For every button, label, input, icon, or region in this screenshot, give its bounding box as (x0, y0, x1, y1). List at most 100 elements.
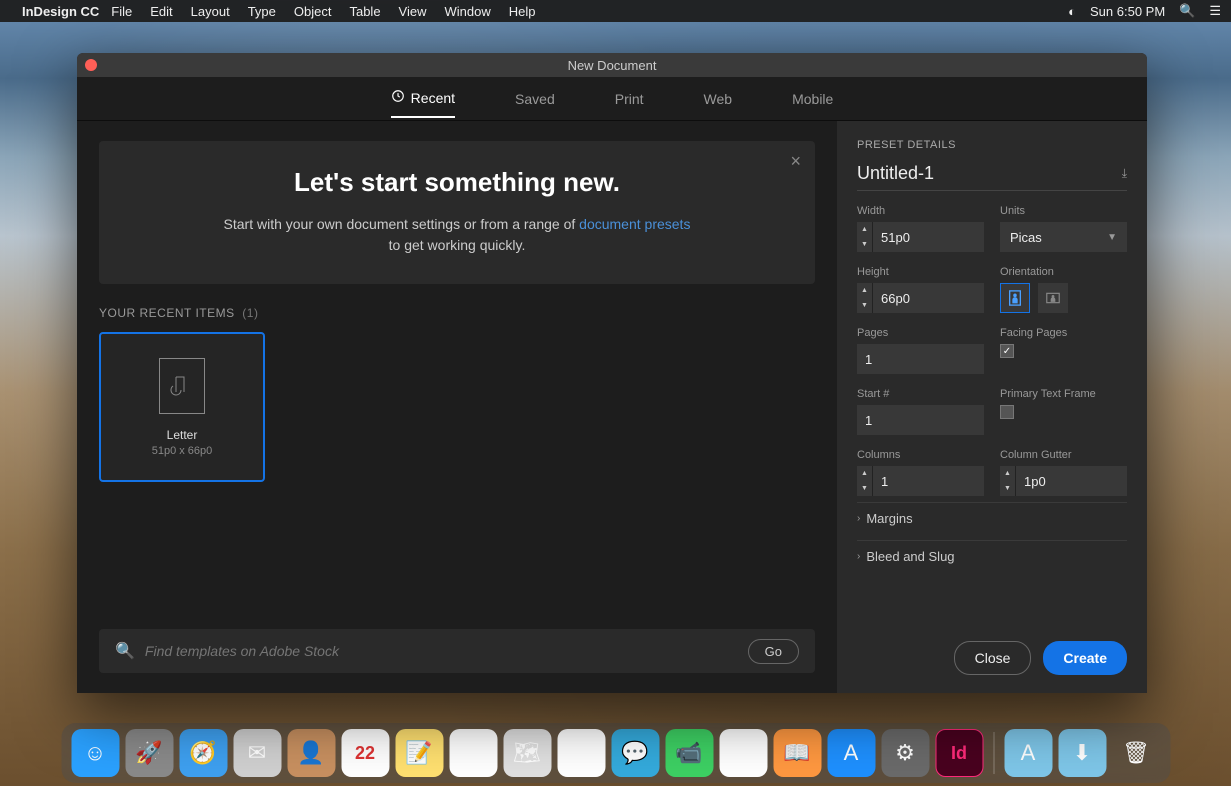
welcome-heading: Let's start something new. (139, 167, 775, 198)
dock-divider (993, 732, 994, 774)
dock-facetime[interactable]: 📹 (665, 729, 713, 777)
menu-object[interactable]: Object (294, 4, 332, 19)
columns-stepper[interactable]: ▲▼ (857, 466, 984, 496)
columns-field: Columns ▲▼ (857, 449, 984, 496)
orientation-landscape-button[interactable] (1038, 283, 1068, 313)
chevron-right-icon: › (857, 513, 860, 524)
dock-trash[interactable]: 🗑 (1112, 729, 1160, 777)
gutter-field: Column Gutter ▲▼ (1000, 449, 1127, 496)
adobe-stock-search: 🔍 Go (99, 629, 815, 673)
chevron-right-icon: › (857, 551, 860, 562)
tab-recent-label: Recent (411, 90, 455, 106)
units-select[interactable]: Picas▼ (1000, 222, 1127, 252)
start-number-field: Start # (857, 388, 984, 435)
menu-list-icon[interactable]: ☰ (1209, 3, 1221, 19)
height-stepper[interactable]: ▲▼ (857, 283, 984, 313)
dock-downloads-folder[interactable]: ⬇ (1058, 729, 1106, 777)
menu-table[interactable]: Table (349, 4, 380, 19)
preset-details-panel: PRESET DETAILS Untitled-1 ⤓ Width ▲▼ Uni… (837, 121, 1147, 693)
menu-window[interactable]: Window (445, 4, 491, 19)
spotlight-icon[interactable]: 🔍 (1179, 3, 1195, 19)
tab-mobile[interactable]: Mobile (792, 81, 833, 117)
width-input[interactable] (873, 222, 984, 252)
recent-items-header: YOUR RECENT ITEMS (1) (99, 306, 815, 320)
width-down-icon: ▼ (857, 237, 872, 252)
menu-layout[interactable]: Layout (191, 4, 230, 19)
preset-card-name: Letter (167, 428, 198, 442)
pages-input[interactable] (857, 344, 984, 374)
document-icon (159, 358, 205, 414)
dock-applications-folder[interactable]: A (1004, 729, 1052, 777)
document-presets-link[interactable]: document presets (579, 216, 690, 232)
width-stepper[interactable]: ▲▼ (857, 222, 984, 252)
dock-appstore[interactable]: A (827, 729, 875, 777)
welcome-banner: × Let's start something new. Start with … (99, 141, 815, 284)
menubar-clock[interactable]: Sun 6:50 PM (1090, 4, 1165, 19)
primary-text-frame-field: Primary Text Frame (1000, 388, 1127, 435)
new-document-dialog: New Document Recent Saved Print Web Mobi… (77, 53, 1147, 693)
tab-recent[interactable]: Recent (391, 79, 455, 118)
dock-ibooks[interactable]: 📖 (773, 729, 821, 777)
dock-launchpad[interactable]: 🚀 (125, 729, 173, 777)
dock-messages[interactable]: 💬 (611, 729, 659, 777)
left-panel: × Let's start something new. Start with … (77, 121, 837, 693)
menu-view[interactable]: View (399, 4, 427, 19)
dock-finder[interactable]: ☺ (71, 729, 119, 777)
macos-menubar: InDesign CC File Edit Layout Type Object… (0, 0, 1231, 22)
dock-contacts[interactable]: 👤 (287, 729, 335, 777)
dock-preferences[interactable]: ⚙ (881, 729, 929, 777)
download-preset-icon[interactable]: ⤓ (1122, 166, 1127, 181)
close-button[interactable]: Close (954, 641, 1032, 675)
tab-web[interactable]: Web (704, 81, 733, 117)
create-button[interactable]: Create (1043, 641, 1127, 675)
search-icon: 🔍 (115, 641, 135, 661)
preset-card-dimensions: 51p0 x 66p0 (152, 445, 213, 457)
columns-input[interactable] (873, 466, 984, 496)
margins-expander[interactable]: › Margins (857, 502, 1127, 534)
preset-details-header: PRESET DETAILS (857, 139, 1127, 151)
units-field: Units Picas▼ (1000, 205, 1127, 252)
search-go-button[interactable]: Go (748, 639, 799, 664)
menu-file[interactable]: File (111, 4, 132, 19)
macos-dock: ☺🚀🧭✉👤22📝☑🗺❀💬📹♪📖A⚙IdA⬇🗑 (61, 723, 1170, 783)
facing-pages-checkbox[interactable] (1000, 344, 1014, 358)
search-input[interactable] (145, 643, 738, 659)
dock-safari[interactable]: 🧭 (179, 729, 227, 777)
height-down-icon: ▼ (857, 298, 872, 313)
orientation-portrait-button[interactable] (1000, 283, 1030, 313)
start-number-input[interactable] (857, 405, 984, 435)
preset-category-tabs: Recent Saved Print Web Mobile (77, 77, 1147, 121)
welcome-text: Start with your own document settings or… (139, 214, 775, 256)
dock-itunes[interactable]: ♪ (719, 729, 767, 777)
width-field: Width ▲▼ (857, 205, 984, 252)
close-banner-icon[interactable]: × (790, 151, 801, 172)
height-up-icon: ▲ (857, 283, 872, 298)
dock-indesign[interactable]: Id (935, 729, 983, 777)
pages-field: Pages (857, 327, 984, 374)
menu-help[interactable]: Help (509, 4, 536, 19)
preset-name-field[interactable]: Untitled-1 (857, 163, 934, 184)
gutter-input[interactable] (1016, 466, 1127, 496)
width-up-icon: ▲ (857, 222, 872, 237)
bleed-slug-expander[interactable]: › Bleed and Slug (857, 540, 1127, 572)
notification-icon[interactable]: ◐ (1068, 4, 1076, 19)
recent-count: (1) (242, 306, 258, 320)
tab-print[interactable]: Print (615, 81, 644, 117)
tab-saved[interactable]: Saved (515, 81, 555, 117)
menu-type[interactable]: Type (248, 4, 276, 19)
menu-edit[interactable]: Edit (150, 4, 172, 19)
dock-mail[interactable]: ✉ (233, 729, 281, 777)
dock-maps[interactable]: 🗺 (503, 729, 551, 777)
dock-notes[interactable]: 📝 (395, 729, 443, 777)
primary-text-frame-checkbox[interactable] (1000, 405, 1014, 419)
gutter-stepper[interactable]: ▲▼ (1000, 466, 1127, 496)
height-field: Height ▲▼ (857, 266, 984, 313)
orientation-field: Orientation (1000, 266, 1127, 313)
dialog-title: New Document (77, 58, 1147, 73)
dock-photos[interactable]: ❀ (557, 729, 605, 777)
menubar-appname[interactable]: InDesign CC (22, 4, 99, 19)
dock-calendar[interactable]: 22 (341, 729, 389, 777)
dock-reminders[interactable]: ☑ (449, 729, 497, 777)
recent-preset-letter[interactable]: Letter 51p0 x 66p0 (99, 332, 265, 482)
height-input[interactable] (873, 283, 984, 313)
